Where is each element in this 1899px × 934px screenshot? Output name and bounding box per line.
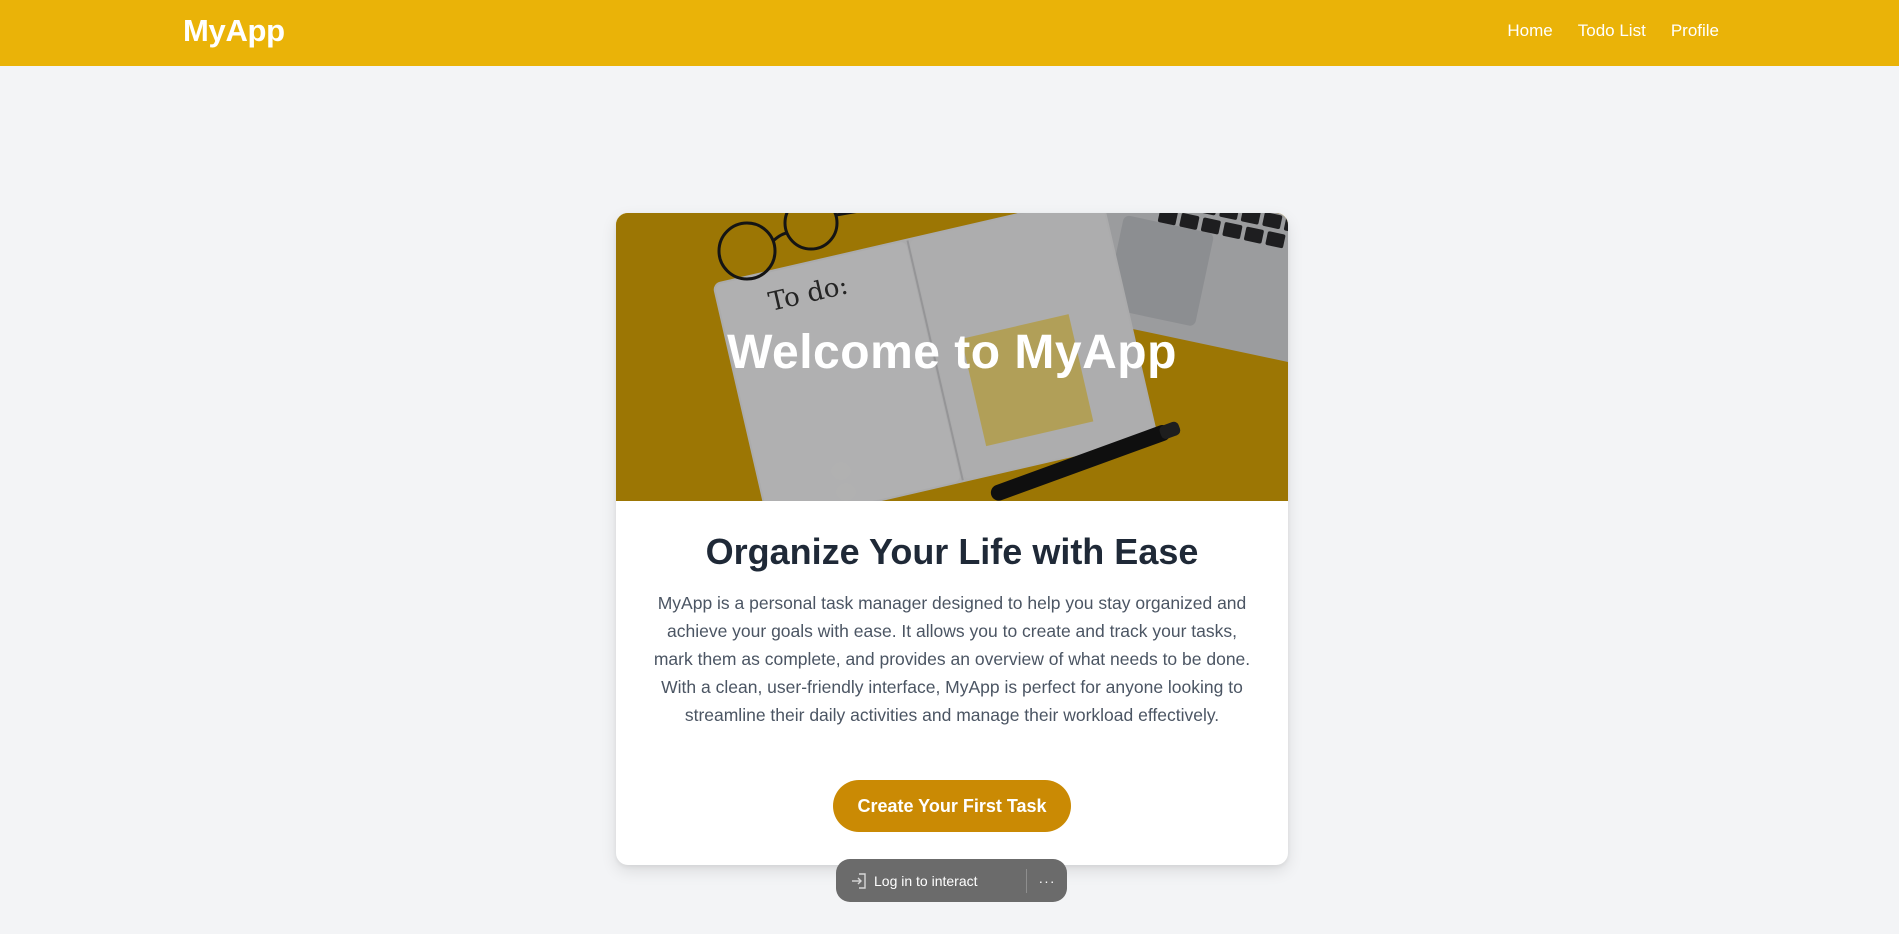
content-title: Organize Your Life with Ease bbox=[705, 531, 1199, 572]
login-to-interact-label: Log in to interact bbox=[874, 872, 978, 889]
welcome-card: To do: Welcome to MyApp Organize Your Li… bbox=[616, 213, 1288, 865]
app-description: MyApp is a personal task manager designe… bbox=[653, 593, 1251, 725]
top-navbar: MyApp Home Todo List Profile bbox=[0, 0, 1899, 66]
hero-banner: To do: Welcome to MyApp bbox=[616, 213, 1288, 501]
login-arrow-icon bbox=[850, 872, 868, 890]
nav-link-home[interactable]: Home bbox=[1507, 21, 1552, 41]
create-first-task-button[interactable]: Create Your First Task bbox=[833, 780, 1071, 832]
more-dots-icon[interactable]: ··· bbox=[1027, 859, 1067, 902]
hero-title: Welcome to MyApp bbox=[727, 326, 1177, 379]
login-overlay-pill: Log in to interact ··· bbox=[836, 859, 1067, 902]
login-to-interact-button[interactable]: Log in to interact bbox=[836, 859, 1026, 902]
nav-link-todo-list[interactable]: Todo List bbox=[1578, 21, 1646, 41]
nav-link-profile[interactable]: Profile bbox=[1671, 21, 1719, 41]
nav-links: Home Todo List Profile bbox=[1507, 21, 1719, 41]
brand-logo[interactable]: MyApp bbox=[183, 13, 285, 49]
